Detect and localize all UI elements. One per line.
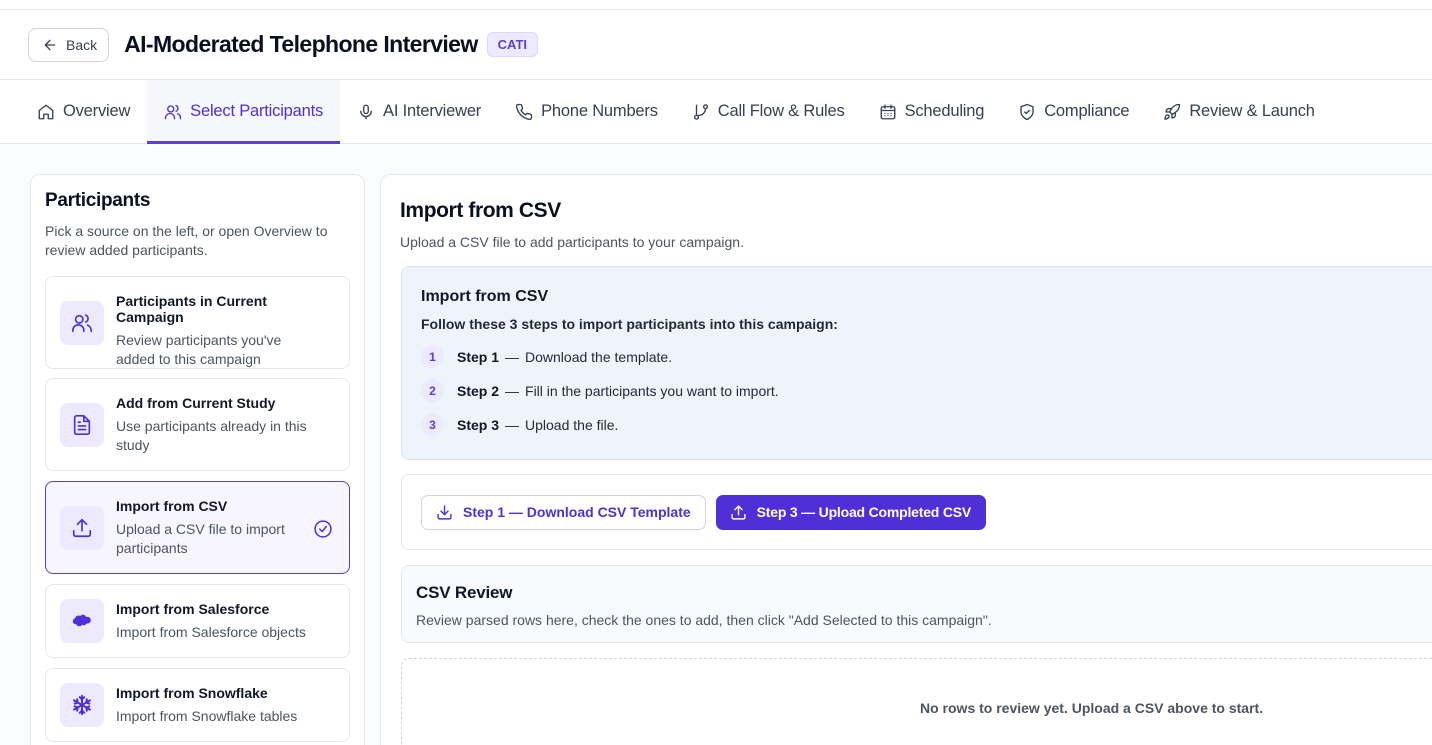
page-title: AI-Moderated Telephone Interview xyxy=(124,31,478,57)
document-icon xyxy=(60,403,104,447)
tab-label: Overview xyxy=(63,102,131,120)
step-label: Step 3 xyxy=(457,416,500,433)
tab-review-launch[interactable]: Review & Launch xyxy=(1146,80,1331,143)
tab-select-participants[interactable]: Select Participants xyxy=(147,80,341,144)
source-import-salesforce[interactable]: Import from Salesforce Import from Sales… xyxy=(45,584,350,658)
users-icon xyxy=(60,301,104,345)
csv-actions: Step 1 — Download CSV Template Step 3 — … xyxy=(401,474,1432,550)
tab-overview[interactable]: Overview xyxy=(20,80,147,143)
arrow-left-icon xyxy=(44,39,56,50)
import-csv-panel: Import from CSV Upload a CSV file to add… xyxy=(380,174,1432,745)
step-text: Download the template. xyxy=(525,348,673,365)
tab-label: Call Flow & Rules xyxy=(717,102,845,120)
tab-label: AI Interviewer xyxy=(383,102,482,120)
tab-call-flow-rules[interactable]: Call Flow & Rules xyxy=(675,80,862,143)
microphone-icon xyxy=(360,104,372,119)
step-item: 3 Step 3 — Upload the file. xyxy=(421,413,1431,436)
upload-csv-button[interactable]: Step 3 — Upload Completed CSV xyxy=(715,494,987,530)
source-desc: Review participants you've added to this… xyxy=(116,332,282,367)
download-icon xyxy=(437,504,452,520)
source-current-campaign[interactable]: Participants in Current Campaign Review … xyxy=(45,276,350,369)
source-title: Add from Current Study xyxy=(116,395,276,411)
check-circle-icon xyxy=(314,520,332,538)
home-icon xyxy=(38,104,54,119)
tab-compliance[interactable]: Compliance xyxy=(1001,80,1146,143)
import-subtitle: Upload a CSV file to add participants to… xyxy=(400,234,744,250)
phone-icon xyxy=(516,103,533,120)
snowflake-icon xyxy=(60,683,104,727)
download-template-button[interactable]: Step 1 — Download CSV Template xyxy=(421,494,706,530)
step-text: Fill in the participants you want to imp… xyxy=(525,382,779,399)
step-number: 2 xyxy=(421,379,444,402)
cloud-icon xyxy=(60,599,104,643)
download-template-label: Step 1 — Download CSV Template xyxy=(463,504,691,520)
source-title: Import from Salesforce xyxy=(116,601,270,617)
instructions-lead: Follow these 3 steps to import participa… xyxy=(421,316,838,332)
csv-review-subtitle: Review parsed rows here, check the ones … xyxy=(416,612,992,628)
participants-panel-subtitle: Pick a source on the left, or open Overv… xyxy=(45,223,328,258)
method-badge: CATI xyxy=(486,32,539,57)
calendar-icon xyxy=(880,104,895,119)
step-text: Upload the file. xyxy=(525,416,619,433)
source-current-study[interactable]: Add from Current Study Use participants … xyxy=(45,378,350,471)
step-number: 3 xyxy=(421,413,444,436)
step-item: 2 Step 2 — Fill in the participants you … xyxy=(421,379,1431,402)
participants-source-panel: Participants Pick a source on the left, … xyxy=(30,174,365,745)
campaign-tabs: Overview Select Participants AI Intervie… xyxy=(0,80,1432,144)
source-desc: Upload a CSV file to import participants xyxy=(116,521,285,556)
source-import-snowflake[interactable]: Import from Snowflake Import from Snowfl… xyxy=(45,668,350,742)
tab-label: Scheduling xyxy=(904,102,985,120)
source-import-csv[interactable]: Import from CSV Upload a CSV file to imp… xyxy=(45,481,350,574)
csv-review-empty-state: No rows to review yet. Upload a CSV abov… xyxy=(401,658,1432,745)
source-desc: Import from Snowflake tables xyxy=(116,708,298,724)
upload-icon xyxy=(731,504,746,520)
tab-label: Compliance xyxy=(1044,102,1130,120)
upload-csv-label: Step 3 — Upload Completed CSV xyxy=(756,504,972,520)
page-header: Back AI-Moderated Telephone Interview CA… xyxy=(0,10,1432,80)
tab-label: Phone Numbers xyxy=(541,102,658,120)
back-button[interactable]: Back xyxy=(28,27,110,62)
source-title: Import from Snowflake xyxy=(116,685,268,701)
tab-ai-interviewer[interactable]: AI Interviewer xyxy=(340,80,498,143)
source-title: Import from CSV xyxy=(116,498,228,514)
shield-check-icon xyxy=(1020,103,1034,120)
users-icon xyxy=(164,104,182,119)
git-branch-icon xyxy=(693,103,708,120)
window-top-strip xyxy=(0,0,1432,10)
empty-state-text: No rows to review yet. Upload a CSV abov… xyxy=(920,700,1264,716)
source-desc: Import from Salesforce objects xyxy=(116,624,306,640)
csv-review-title: CSV Review xyxy=(416,583,513,602)
csv-review-header: CSV Review Review parsed rows here, chec… xyxy=(401,565,1432,643)
source-title: Participants in Current Campaign xyxy=(116,293,267,325)
tab-scheduling[interactable]: Scheduling xyxy=(862,80,1002,143)
import-title: Import from CSV xyxy=(400,199,561,222)
instructions-title: Import from CSV xyxy=(421,288,549,305)
tab-label: Select Participants xyxy=(190,102,324,120)
rocket-icon xyxy=(1164,103,1181,120)
import-instructions: Import from CSV Follow these 3 steps to … xyxy=(401,266,1432,460)
upload-icon xyxy=(60,506,104,550)
step-label: Step 2 xyxy=(457,382,500,399)
source-desc: Use participants already in this study xyxy=(116,418,307,453)
participants-panel-title: Participants xyxy=(45,190,151,211)
back-button-label: Back xyxy=(66,36,98,53)
tab-phone-numbers[interactable]: Phone Numbers xyxy=(498,80,675,143)
step-number: 1 xyxy=(421,345,444,368)
step-item: 1 Step 1 — Download the template. xyxy=(421,345,1431,368)
step-label: Step 1 xyxy=(457,348,500,365)
tab-label: Review & Launch xyxy=(1189,102,1315,120)
